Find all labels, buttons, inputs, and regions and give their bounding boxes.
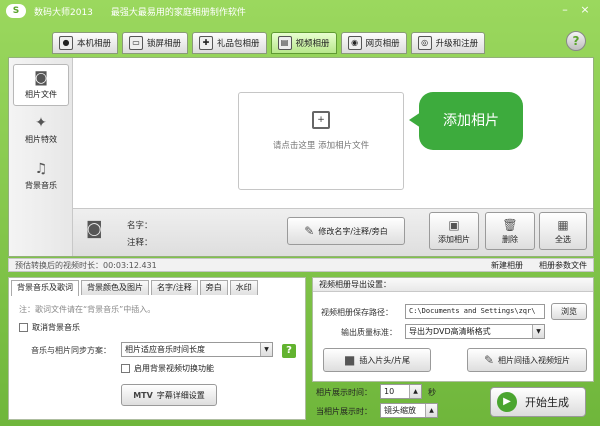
tab-name-note[interactable]: 名字/注释 [151,280,198,295]
insert-head-tail-button[interactable]: ■ 插入片头/片尾 [323,348,431,372]
seconds-unit: 秒 [428,388,436,397]
chevron-down-icon: ▼ [260,343,272,356]
path-label: 视频相册保存路径： [321,308,393,317]
add-photo-tooltip: 添加相片 [409,92,523,150]
tab-watermark[interactable]: 水印 [229,280,258,295]
enable-bg-video-switch-checkbox[interactable]: 启用背景视频切换功能 [121,363,214,374]
music-settings-panel: 背景音乐及歌词 背景颜色及图片 名字/注释 旁白 水印 注：歌词文件请在“背景音… [8,277,306,420]
person-icon: ● [59,36,73,50]
insert-video-clip-button[interactable]: ✎ 相片间插入视频短片 [467,348,587,372]
tab-bg-music-lyrics[interactable]: 背景音乐及歌词 [11,280,79,296]
show-mode-label: 当相片展示时： [316,407,372,416]
sidebar-item-photo-files[interactable]: ◙ 相片文件 [13,64,69,106]
sidebar-item-bg-music[interactable]: ♫ 背景音乐 [13,156,69,198]
dropzone-text: 请点击这里 添加相片文件 [272,141,370,151]
tab-narration[interactable]: 旁白 [199,280,228,295]
play-icon: ▶ [497,392,517,412]
app-title: 数码大师2013 [34,7,93,18]
tab-video-album[interactable]: ▤ 视频相册 [270,32,337,54]
photo-panel: ◙ 相片文件 ✦ 相片特效 ♫ 背景音乐 + 请点击这里 添加相片文件 添加相片… [8,57,594,257]
add-photo-button[interactable]: ▣ 添加相片 [429,212,479,250]
edit-icon: ✎ [483,353,495,367]
status-bar: 预估转换后的视频时长：00:03:12.431 新建相册 相册参数文件 [8,258,594,272]
name-label: 名字： [127,221,153,231]
note-label: 注释： [127,238,153,248]
app-slogan: 最强大最易用的家庭相册制作软件 [110,7,246,18]
album-params-button[interactable]: 相册参数文件 [539,260,587,271]
tab-bg-color-image[interactable]: 背景颜色及图片 [81,280,149,295]
quality-select[interactable]: 导出为DVD高清晰格式 ▼ [405,324,545,339]
select-all-button[interactable]: ▦ 全选 [539,212,587,250]
photo-info-bar: ◙ 名字： 注释： ✎ 修改名字/注释/旁白 ▣ 添加相片 🗑 删除 ▦ 全选 [73,208,593,256]
lyrics-note: 注：歌词文件请在“背景音乐”中插入。 [19,305,156,314]
mtv-icon: MTV [133,390,153,400]
music-icon: ♫ [34,161,48,177]
effects-icon: ✦ [35,115,47,131]
browse-button[interactable]: 浏览 [551,303,587,320]
spinner-icon: ▲ [409,385,421,398]
show-mode-select[interactable]: 镜头缩放 ▲ [380,403,438,418]
sync-label: 音乐与相片同步方案： [31,346,111,355]
tab-local-album[interactable]: ● 本机相册 [52,32,119,54]
new-album-button[interactable]: 新建相册 [491,260,523,271]
trash-icon: 🗑 [502,217,518,232]
minimize-button[interactable]: – [558,3,572,17]
title-bar: S 数码大师2013 最强大最易用的家庭相册制作软件 – × [0,0,600,22]
help-icon[interactable]: ? [282,344,296,358]
camera-icon: ◙ [86,219,103,239]
sidebar: ◙ 相片文件 ✦ 相片特效 ♫ 背景音乐 [9,58,73,256]
close-button[interactable]: × [578,3,592,17]
main-tabs: ● 本机相册 ▭ 锁屏相册 ✚ 礼品包相册 ▤ 视频相册 ◉ 网页相册 ◎ 升级和注册 [52,32,486,54]
globe-icon: ◉ [347,36,362,50]
tab-lockscreen-album[interactable]: ▭ 锁屏相册 [122,32,189,54]
spinner-icon: ▲ [425,404,437,417]
subtitle-settings-button[interactable]: MTV 字幕详细设置 [121,384,217,406]
app-window: S 数码大师2013 最强大最易用的家庭相册制作软件 – × ● 本机相册 ▭ 锁屏… [0,0,600,426]
playback-settings: 相片展示时间： 10 ▲ 秒 当相片展示时： 镜头缩放 ▲ ▶ 开始生成 [312,383,594,421]
quality-label: 输出质量标准： [341,328,397,337]
edit-icon: ✎ [304,224,315,238]
gift-icon: ✚ [199,36,214,50]
camera-icon: ◙ [34,70,48,86]
delete-button[interactable]: 🗑 删除 [485,212,535,250]
video-icon: ■ [343,353,356,367]
export-settings-title: 视频相册导出设置： [313,278,593,292]
upgrade-icon: ◎ [417,36,432,50]
edit-name-button[interactable]: ✎ 修改名字/注释/旁白 [287,217,405,245]
help-button[interactable]: ? [566,31,586,51]
film-icon: ▤ [277,36,292,50]
monitor-icon: ▭ [129,36,144,50]
save-path-field[interactable]: C:\Documents and Settings\zqr\ [405,304,545,319]
show-time-spinner[interactable]: 10 ▲ [380,384,422,399]
start-generate-button[interactable]: ▶ 开始生成 [490,387,586,417]
add-photo-icon: ▣ [448,217,460,232]
export-settings-panel: 视频相册导出设置： 视频相册保存路径： C:\Documents and Set… [312,277,594,382]
add-photo-dropzone[interactable]: + 请点击这里 添加相片文件 [238,92,404,190]
tab-gift-album[interactable]: ✚ 礼品包相册 [192,32,267,54]
add-photo-icon: + [312,111,330,129]
chevron-down-icon: ▼ [532,325,544,338]
show-time-label: 相片展示时间： [316,388,372,397]
tab-upgrade-register[interactable]: ◎ 升级和注册 [410,32,486,54]
grid-icon: ▦ [557,217,569,232]
estimated-duration: 预估转换后的视频时长：00:03:12.431 [15,260,157,270]
sync-select[interactable]: 相片适应音乐时间长度 ▼ [121,342,273,357]
tab-web-album[interactable]: ◉ 网页相册 [340,32,407,54]
cancel-bg-music-checkbox[interactable]: 取消背景音乐 [19,322,80,333]
app-logo: S [6,4,26,18]
sidebar-item-photo-effects[interactable]: ✦ 相片特效 [13,110,69,152]
